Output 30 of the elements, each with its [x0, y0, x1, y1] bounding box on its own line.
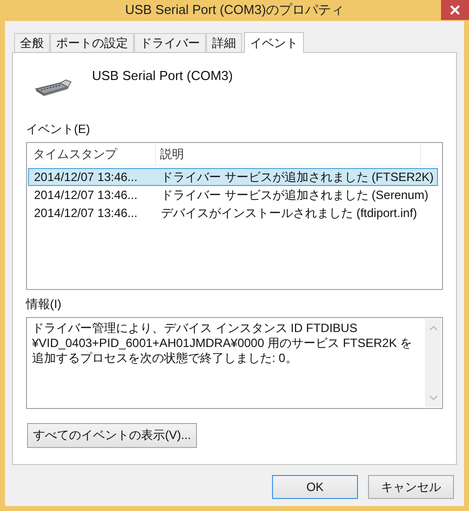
tab[interactable]: イベント	[244, 32, 304, 53]
column-header[interactable]: 説明	[156, 144, 421, 165]
timestamp-cell-text: 2014/12/07 13:46...	[33, 170, 138, 184]
dialog-button[interactable]: OK	[272, 475, 358, 499]
event-row[interactable]: 2014/12/07 13:46... デバイスがインストールされました (ftdiport.inf)	[28, 204, 438, 222]
description-cell-text: ドライバー サービスが追加されました (Serenum)	[160, 186, 430, 204]
device-name: USB Serial Port (COM3)	[92, 68, 233, 83]
event-row[interactable]: 2014/12/07 13:46... ドライバー サービスが追加されました (FTSER2K)	[28, 168, 438, 186]
description-cell-text: デバイスがインストールされました (ftdiport.inf)	[160, 204, 418, 222]
scroll-down-icon[interactable]	[428, 395, 438, 401]
event-row[interactable]: 2014/12/07 13:46... ドライバー サービスが追加されました (Serenum)	[28, 186, 438, 204]
tab[interactable]: 詳細	[206, 33, 242, 52]
view-all-events-button[interactable]: すべてのイベントの表示(V)...	[27, 423, 197, 448]
description-cell-text: ドライバー サービスが追加されました (FTSER2K)	[160, 168, 435, 186]
events-label: イベント(E)	[26, 121, 90, 138]
window-title: USB Serial Port (COM3)のプロパティ	[125, 1, 344, 19]
info-label: 情報(I)	[26, 296, 62, 313]
close-button[interactable]	[441, 0, 469, 20]
dialog-button[interactable]: キャンセル	[368, 475, 454, 499]
column-header[interactable]: タイムスタンプ	[28, 144, 156, 165]
tab[interactable]: 全般	[14, 33, 50, 52]
timestamp-cell-text: 2014/12/07 13:46...	[33, 206, 138, 220]
close-icon	[450, 5, 460, 15]
scroll-up-icon[interactable]	[428, 325, 438, 331]
connector-icon	[34, 79, 72, 97]
info-text-area[interactable]: ドライバー管理により、デバイス インスタンス ID FTDIBUS ¥VID_0403+PID_6001+AH01JMDRA¥0000 用のサービス FTSER2K を追加するプロセスを次の状態で終了しました: 0。	[26, 317, 443, 409]
timestamp-cell-text: 2014/12/07 13:46...	[33, 188, 138, 202]
tab[interactable]: ドライバー	[134, 33, 206, 52]
scrollbar[interactable]	[425, 319, 441, 407]
tab[interactable]: ポートの設定	[50, 33, 134, 52]
